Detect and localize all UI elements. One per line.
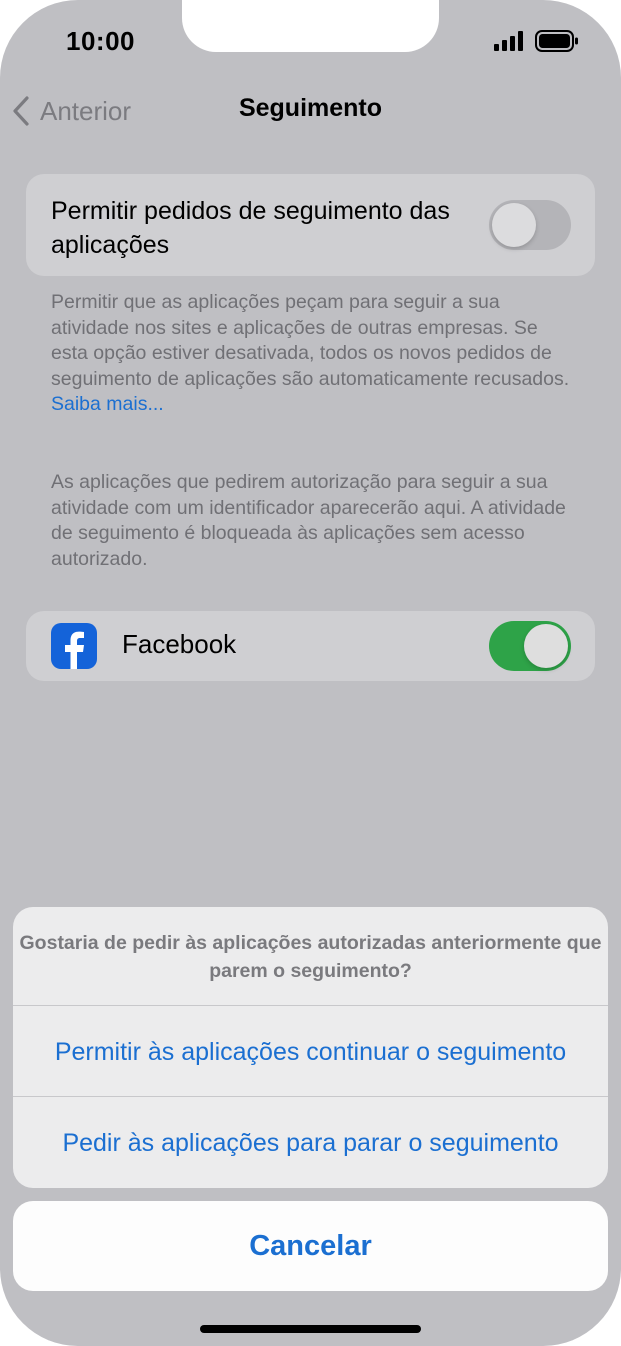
toggle-knob	[524, 624, 568, 668]
app-name: Facebook	[122, 629, 237, 659]
apps-description: As aplicações que pedirem autorização pa…	[51, 471, 566, 570]
tracking-requests-label: Permitir pedidos de seguimento das aplic…	[51, 197, 450, 259]
divider	[13, 1096, 608, 1097]
app-row-facebook: Facebook	[26, 611, 595, 681]
tracking-requests-toggle[interactable]	[489, 200, 571, 250]
cellular-signal-icon	[494, 31, 523, 51]
cancel-button[interactable]: Cancelar	[13, 1201, 608, 1291]
action-sheet-message: Gostaria de pedir às aplicações autoriza…	[19, 932, 602, 982]
tracking-description-text: Permitir que as aplicações peçam para se…	[51, 291, 570, 390]
notch	[182, 0, 439, 52]
facebook-f-glyph	[65, 631, 84, 669]
battery-icon	[535, 30, 578, 52]
divider	[13, 1005, 608, 1006]
facebook-icon	[51, 623, 97, 669]
home-indicator[interactable]	[200, 1325, 421, 1333]
status-time: 10:00	[66, 26, 135, 56]
page-title: Seguimento	[238, 94, 383, 122]
learn-more-link[interactable]: Saiba mais...	[51, 393, 164, 415]
facebook-tracking-toggle[interactable]	[489, 621, 571, 671]
phone-screen: 10:00 Anterior Seguimento Permitir pedid…	[0, 0, 621, 1346]
toggle-knob	[492, 203, 536, 247]
action-sheet: Gostaria de pedir às aplicações autoriza…	[13, 907, 608, 1188]
tracking-requests-row: Permitir pedidos de seguimento das aplic…	[26, 174, 595, 276]
allow-tracking-button[interactable]: Permitir às aplicações continuar o segui…	[13, 1007, 608, 1097]
ask-stop-tracking-button[interactable]: Pedir às aplicações para parar o seguime…	[13, 1098, 608, 1188]
tracking-description: Permitir que as aplicações peçam para se…	[51, 290, 576, 418]
